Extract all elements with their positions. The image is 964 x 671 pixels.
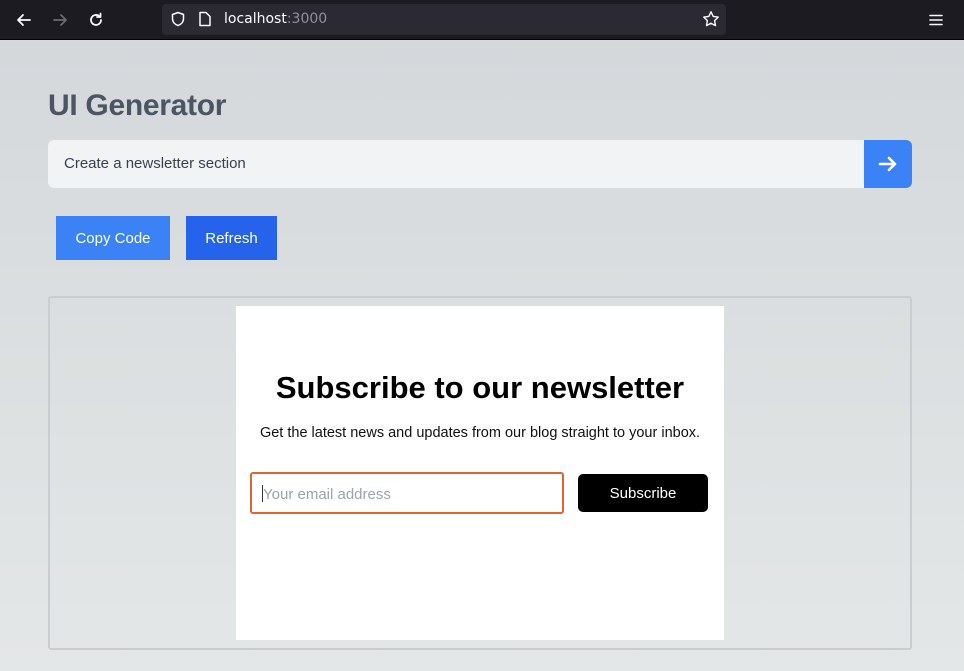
back-arrow-icon[interactable] [12, 8, 36, 32]
prompt-input[interactable]: Create a newsletter section [48, 140, 864, 188]
page-title: UI Generator [48, 89, 227, 122]
copy-code-button[interactable]: Copy Code [56, 216, 170, 260]
page-content: UI Generator Create a newsletter section… [0, 41, 964, 671]
hamburger-menu-icon[interactable] [926, 10, 946, 30]
browser-toolbar: localhost:3000 [0, 0, 964, 40]
page-icon [199, 11, 211, 27]
url-bar[interactable]: localhost:3000 [162, 4, 726, 35]
refresh-button[interactable]: Refresh [186, 216, 277, 260]
forward-arrow-icon[interactable] [48, 8, 72, 32]
url-port: :3000 [286, 11, 328, 27]
url-host: localhost [224, 11, 287, 27]
subscribe-button[interactable]: Subscribe [578, 474, 708, 512]
newsletter-heading: Subscribe to our newsletter [275, 370, 685, 405]
newsletter-subheading: Get the latest news and updates from our… [259, 425, 701, 441]
url-text[interactable]: localhost:3000 [224, 11, 327, 27]
email-placeholder: Your email address [263, 486, 391, 503]
arrow-right-icon [878, 156, 897, 172]
bookmark-star-icon[interactable] [702, 10, 720, 28]
shield-icon[interactable] [170, 11, 186, 27]
email-field[interactable]: Your email address [250, 472, 564, 514]
reload-icon[interactable] [84, 8, 108, 32]
prompt-input-value: Create a newsletter section [64, 155, 246, 172]
newsletter-preview: Subscribe to our newsletter Get the late… [236, 306, 724, 640]
submit-button[interactable] [864, 140, 912, 188]
